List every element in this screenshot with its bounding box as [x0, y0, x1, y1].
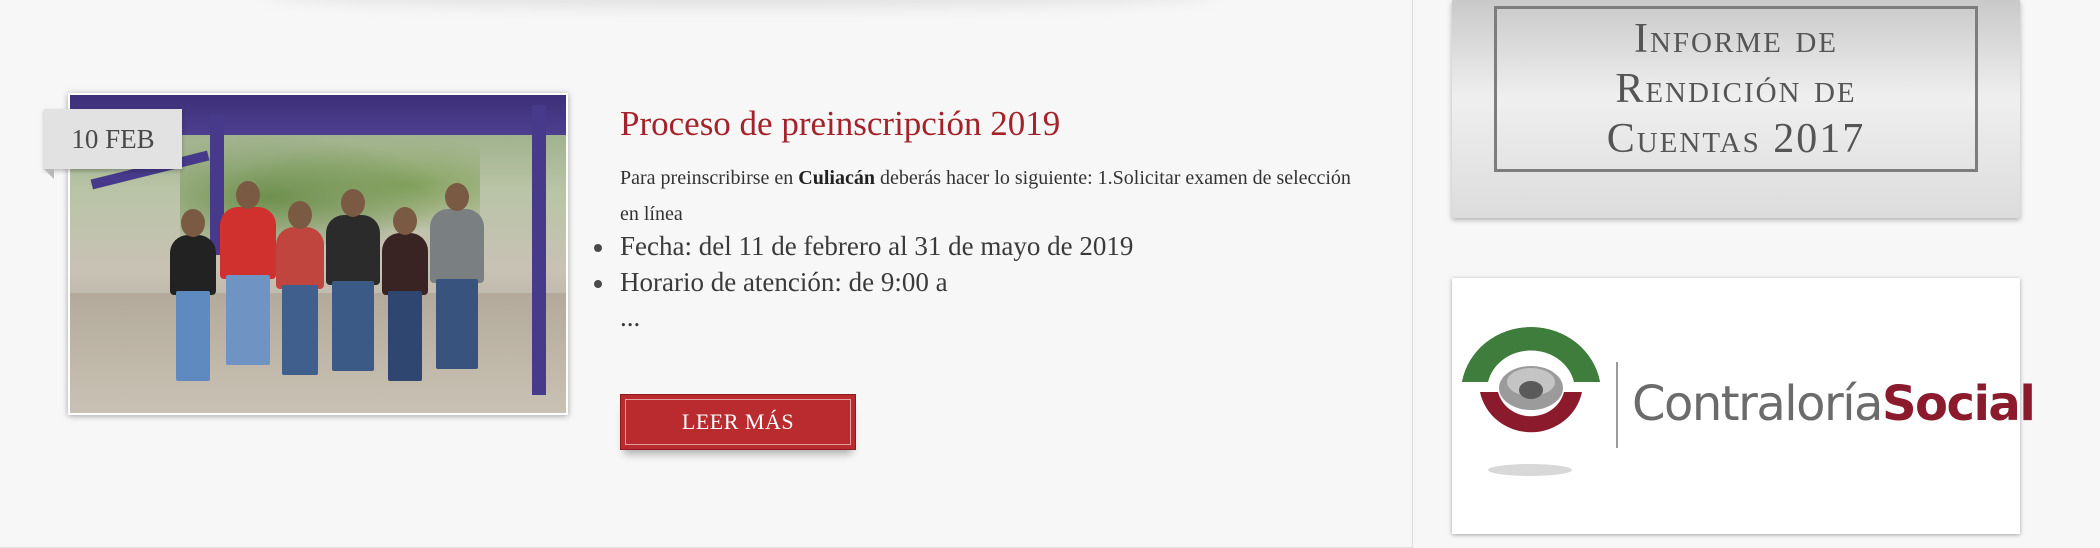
sidebar-divider	[1412, 0, 1413, 548]
list-item: Horario de atención: de 9:00 a	[593, 264, 1133, 300]
post-excerpt: Para preinscribirse en Culiacán deberás …	[620, 160, 1360, 232]
photo-person	[430, 183, 484, 369]
post-title[interactable]: Proceso de preinscripción 2019	[620, 104, 1060, 144]
photo-person	[326, 189, 380, 371]
brand-accent-text: Social	[1881, 376, 2036, 432]
banner-text-line: Informe de	[1633, 16, 1838, 62]
banner-text-line: Rendición de	[1615, 66, 1857, 112]
post-detail-list: Fecha: del 11 de febrero al 31 de mayo d…	[593, 228, 1133, 300]
photo-ground	[70, 293, 566, 413]
excerpt-bold-city: Culiacán	[798, 167, 875, 189]
read-more-label: LEER MÁS	[681, 409, 795, 434]
main-content: 10 FEB Proceso de preinscripción 2019 Pa…	[0, 0, 1412, 548]
excerpt-ellipsis: ...	[620, 302, 641, 332]
logo-divider	[1616, 362, 1618, 448]
photo-person	[382, 207, 428, 381]
list-item: Fecha: del 11 de febrero al 31 de mayo d…	[593, 228, 1133, 264]
brand-text: Contraloría	[1632, 376, 1883, 432]
photo-beam	[532, 105, 546, 395]
photo-person	[276, 201, 324, 375]
contraloria-social-wordmark: ContraloríaSocial	[1632, 376, 2036, 432]
read-more-button[interactable]: LEER MÁS	[620, 394, 856, 450]
photo-person	[220, 181, 276, 365]
date-badge: 10 FEB	[44, 109, 182, 179]
banner-text-line: Cuentas 2017	[1606, 116, 1866, 162]
banner-informe-rendicion-cuentas[interactable]: Informe de Rendición de Cuentas 2017	[1452, 0, 2020, 218]
photo-person	[170, 209, 216, 381]
banner-contraloria-social[interactable]: ContraloríaSocial	[1452, 278, 2036, 534]
excerpt-text: Para preinscribirse en	[620, 167, 799, 189]
eye-logo-icon	[1462, 327, 1600, 476]
